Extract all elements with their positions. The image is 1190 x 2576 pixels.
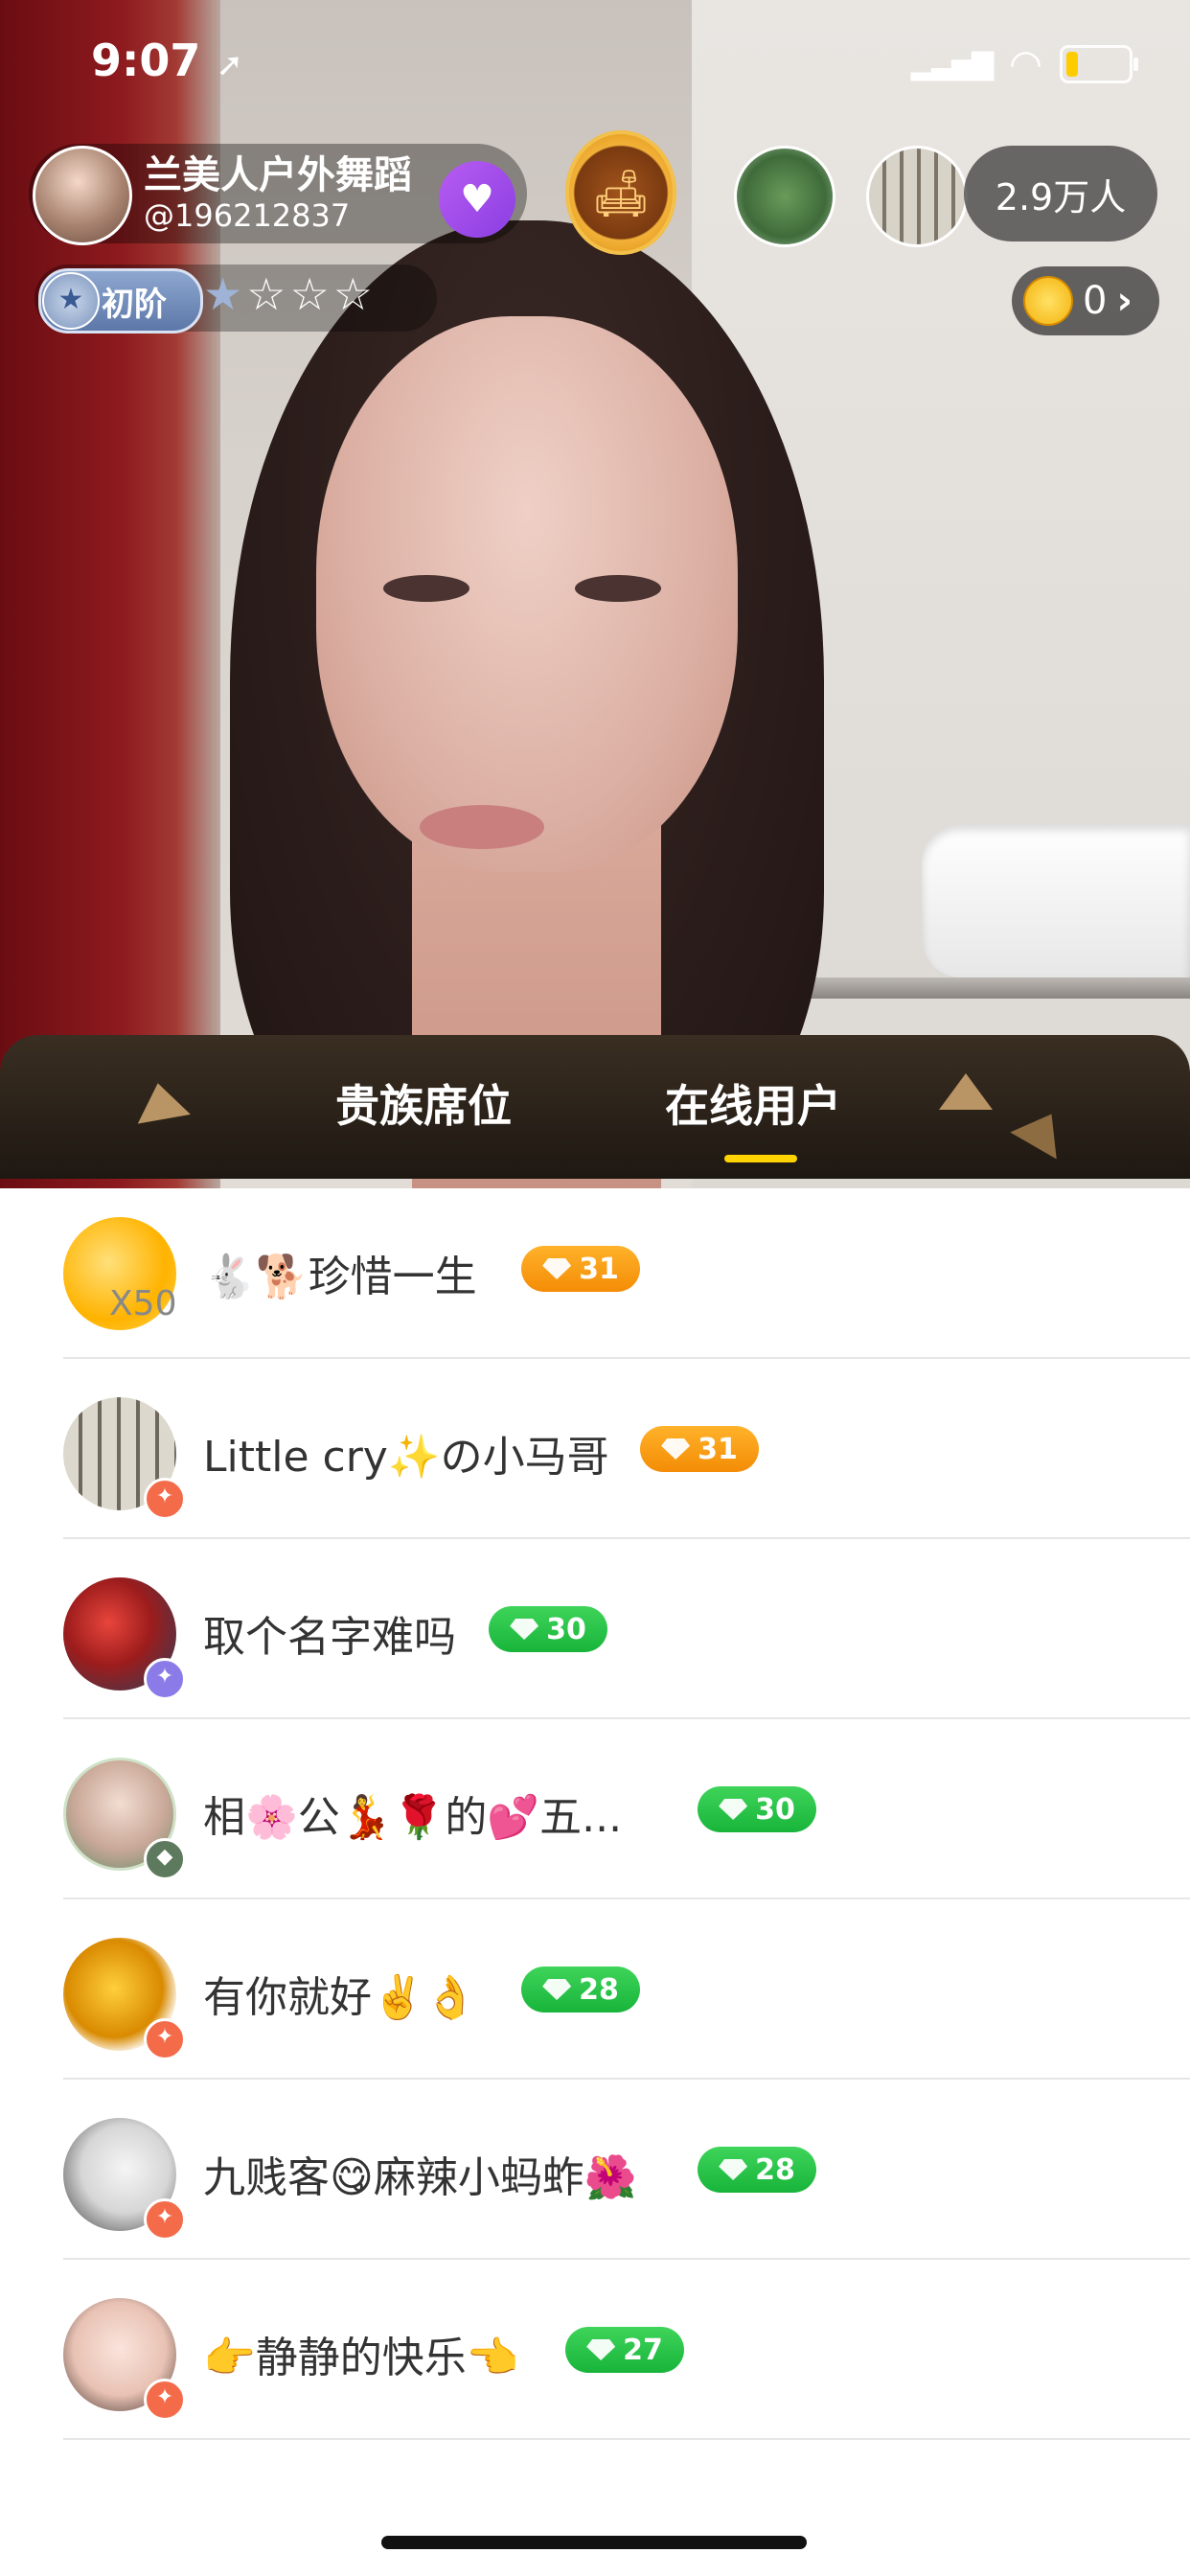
avatar-overlay-label: X50 [109, 1284, 177, 1323]
active-tab-indicator [724, 1155, 797, 1162]
diamond-icon [719, 2159, 748, 2180]
user-level: 28 [755, 2152, 795, 2187]
sofa-icon: 🛋 [591, 166, 651, 220]
row-divider [63, 2438, 1190, 2440]
user-name: Little cry✨の小马哥 [203, 1433, 609, 1482]
user-badge-icon: ✦ [144, 2379, 186, 2421]
wifi-icon: ◠ [1009, 42, 1042, 86]
heart-icon: ♥ [460, 177, 494, 221]
user-level-tag: 30 [698, 1786, 816, 1832]
list-item[interactable]: ✦ 有你就好✌️👌 28 [0, 1899, 1190, 2080]
sparkle-decoration [939, 1073, 993, 1110]
cellular-signal-icon: ▂▃▅▇ [910, 47, 994, 81]
video-towel [922, 824, 1190, 978]
star-outline-icon: ☆ [289, 268, 333, 320]
star-filled-icon: ★ [203, 268, 247, 320]
level-stars: ★☆☆☆ [203, 268, 377, 320]
status-time: 9:07 ➚ [91, 34, 243, 86]
user-name: 取个名字难吗 [203, 1613, 456, 1662]
user-level-tag: 27 [565, 2327, 684, 2373]
viewer-count-button[interactable]: 2.9万人 [964, 146, 1157, 242]
viewer-avatar[interactable] [734, 146, 835, 247]
host-id: @196212837 [144, 197, 351, 234]
user-level: 31 [698, 1432, 738, 1466]
user-level-tag: 31 [640, 1426, 759, 1472]
video-person-face [316, 316, 738, 872]
level-star-icon: ★ [42, 272, 100, 330]
status-time-text: 9:07 [91, 34, 201, 86]
location-arrow-icon: ➚ [216, 46, 243, 84]
battery-icon [1060, 45, 1138, 83]
user-badge-icon: ✦ [144, 2198, 186, 2241]
diamond-icon [542, 1258, 572, 1279]
list-item[interactable]: ✦ 九贱客😋麻辣小蚂蚱🌺 28 [0, 2080, 1190, 2260]
diamond-icon [542, 1979, 572, 2000]
star-outline-icon: ☆ [246, 268, 290, 320]
viewer-avatar[interactable] [866, 146, 968, 247]
user-level: 30 [755, 1792, 795, 1827]
list-item[interactable]: ✦ 取个名字难吗 30 [0, 1539, 1190, 1719]
tab-noble-seats[interactable]: 贵族席位 [335, 1071, 512, 1135]
user-badge-icon: ✦ [144, 1478, 186, 1520]
user-name: 相🌸公💃🌹的💕五... [203, 1793, 623, 1842]
user-level-tag: 28 [698, 2147, 816, 2193]
status-icons: ▂▃▅▇ ◠ [910, 42, 1138, 86]
video-person-lips [420, 805, 544, 849]
user-level-tag: 28 [521, 1966, 640, 2012]
host-name: 兰美人户外舞蹈 [144, 153, 412, 197]
home-indicator[interactable] [381, 2536, 807, 2549]
sparkle-decoration [131, 1078, 191, 1124]
coin-value: 0 [1083, 279, 1108, 323]
video-person-eye [383, 575, 469, 602]
list-item[interactable]: ✦ Little cry✨の小马哥 31 [0, 1359, 1190, 1539]
list-item[interactable]: X50 🐇🐕珍惜一生 31 [0, 1179, 1190, 1359]
follow-heart-button[interactable]: ♥ [439, 161, 515, 238]
user-level-tag: 31 [521, 1246, 640, 1292]
user-name: 有你就好✌️👌 [203, 1973, 477, 2022]
user-level: 30 [546, 1612, 586, 1646]
chevron-right-icon: › [1116, 279, 1133, 323]
user-badge-icon: ✦ [144, 2018, 186, 2060]
user-level-tag: 30 [489, 1606, 607, 1652]
coin-balance-button[interactable]: 0 › [1012, 266, 1159, 335]
user-level: 27 [623, 2333, 663, 2367]
diamond-icon [661, 1438, 691, 1460]
user-name: 九贱客😋麻辣小蚂蚱🌺 [203, 2153, 637, 2202]
star-outline-icon: ☆ [332, 268, 377, 320]
list-item[interactable]: ✦ 👉静静的快乐👈 27 [0, 2260, 1190, 2440]
user-level: 28 [579, 1972, 619, 2007]
diamond-icon [586, 2339, 616, 2360]
diamond-icon [510, 1619, 539, 1640]
audience-tab-bar [0, 1035, 1190, 1179]
user-badge-icon: ◆ [144, 1838, 186, 1880]
video-person-eye [575, 575, 661, 602]
sparkle-decoration [1010, 1100, 1075, 1160]
level-label: 初阶 [102, 286, 167, 324]
sofa-medal-badge[interactable]: 🛋 [565, 130, 676, 255]
coin-icon [1023, 276, 1073, 326]
user-name: 🐇🐕珍惜一生 [203, 1253, 477, 1301]
list-item[interactable]: ◆ 相🌸公💃🌹的💕五... 30 [0, 1719, 1190, 1899]
user-level: 31 [579, 1252, 619, 1286]
diamond-icon [719, 1799, 748, 1820]
user-badge-icon: ✦ [144, 1658, 186, 1700]
host-avatar[interactable] [33, 146, 132, 245]
tab-online-users[interactable]: 在线用户 [665, 1071, 841, 1135]
user-name: 👉静静的快乐👈 [203, 2334, 519, 2382]
